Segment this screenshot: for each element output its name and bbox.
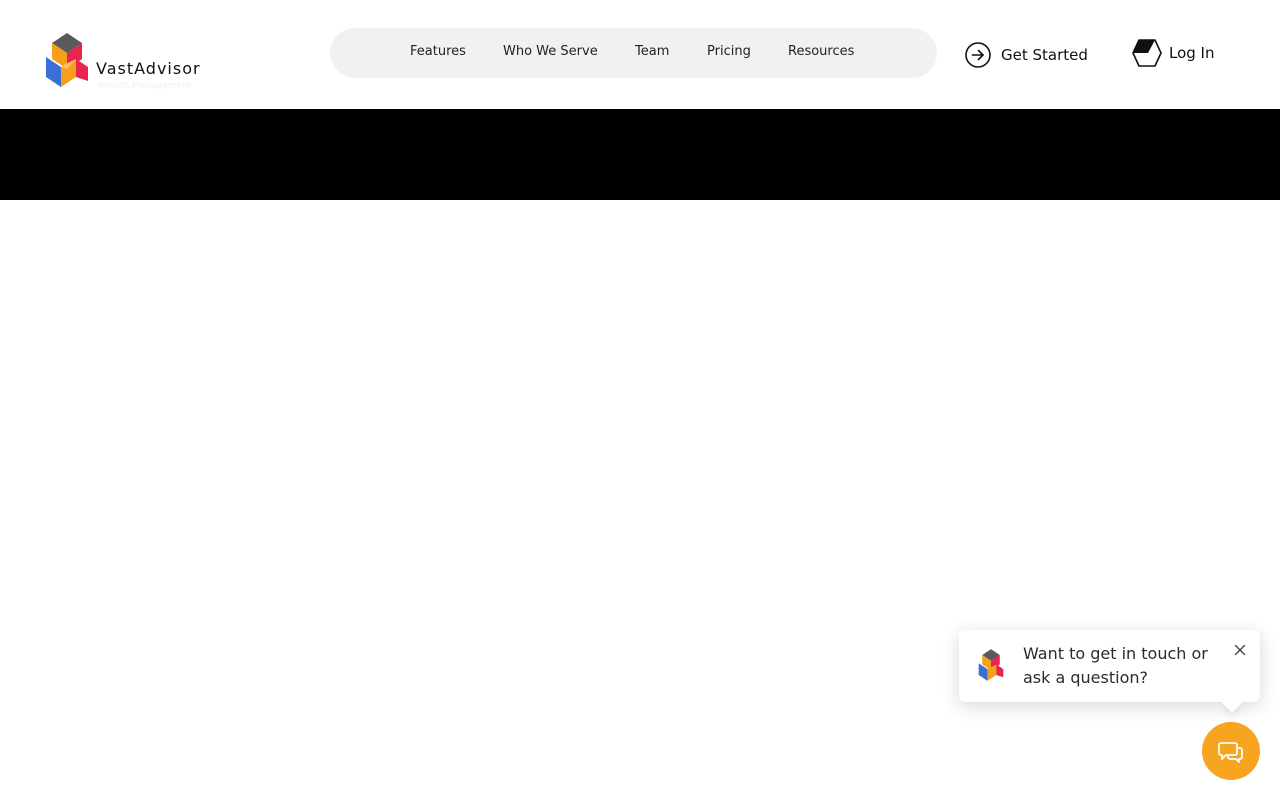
close-icon[interactable] <box>1232 642 1248 658</box>
nav-item-pricing[interactable]: Pricing <box>707 44 751 59</box>
hero-banner <box>0 109 1280 200</box>
nav-item-features[interactable]: Features <box>410 44 466 59</box>
get-started-label: Get Started <box>1001 46 1088 64</box>
arrow-circle-right-icon <box>965 42 991 68</box>
vastadvisor-logo-icon <box>978 649 1004 681</box>
site-header: VastAdvisor Wealth Management Features W… <box>0 0 1280 109</box>
get-started-button[interactable]: Get Started <box>964 40 1088 70</box>
chat-popup-pointer <box>1222 693 1242 713</box>
chat-bubbles-icon <box>1218 742 1243 763</box>
login-button[interactable]: Log In <box>1130 38 1215 68</box>
chat-launcher-button[interactable] <box>1202 722 1260 780</box>
chat-prompt-popup[interactable]: Want to get in touch or ask a question? <box>959 630 1260 713</box>
nav-item-team[interactable]: Team <box>635 44 669 59</box>
logo[interactable]: VastAdvisor Wealth Management <box>44 31 214 93</box>
nav-item-resources[interactable]: Resources <box>788 44 854 59</box>
main-nav: Features Who We Serve Team Pricing Resou… <box>330 28 937 78</box>
logo-wordmark: VastAdvisor <box>96 59 201 78</box>
login-label: Log In <box>1169 44 1215 62</box>
logo-tagline: Wealth Management <box>98 81 192 91</box>
vastadvisor-logo-icon <box>46 33 88 87</box>
nav-item-who-we-serve[interactable]: Who We Serve <box>503 44 598 59</box>
chat-prompt-text: Want to get in touch or ask a question? <box>1023 644 1208 687</box>
cube-icon <box>1132 39 1162 67</box>
